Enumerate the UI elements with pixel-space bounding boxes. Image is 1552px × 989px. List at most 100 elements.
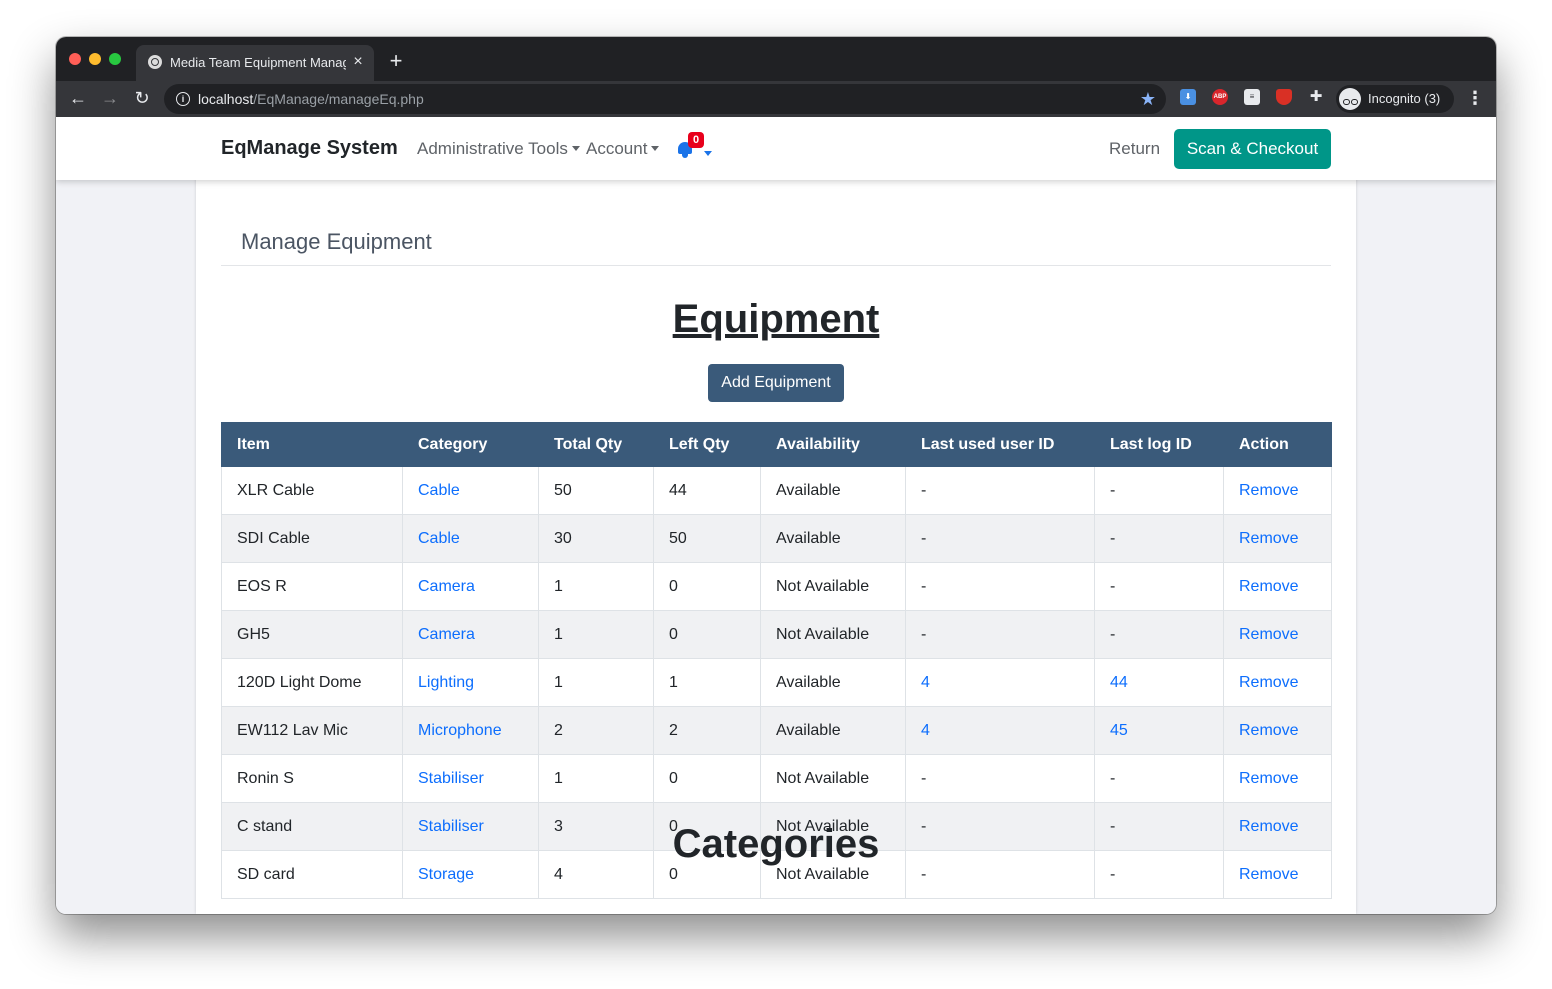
last-user-id-cell: - bbox=[905, 610, 1095, 659]
last-log-id-cell: - bbox=[1094, 610, 1224, 659]
close-tab-icon[interactable]: × bbox=[350, 53, 366, 71]
left-qty-cell: 0 bbox=[653, 754, 761, 803]
total-qty-cell: 2 bbox=[538, 706, 654, 755]
info-icon[interactable]: i bbox=[176, 92, 190, 106]
document-icon[interactable]: ≡ bbox=[1244, 89, 1260, 105]
browser-toolbar: ← → ↻ i localhost/EqManage/manageEq.php … bbox=[56, 81, 1496, 117]
item-cell: Ronin S bbox=[221, 754, 403, 803]
remove-link[interactable]: Remove bbox=[1223, 562, 1332, 611]
new-tab-button[interactable]: + bbox=[386, 49, 406, 73]
puzzle-icon[interactable]: ✚ bbox=[1308, 89, 1324, 105]
last-log-id-cell: - bbox=[1094, 514, 1224, 563]
availability-cell: Available bbox=[760, 466, 906, 515]
remove-link[interactable]: Remove bbox=[1223, 466, 1332, 515]
category-link[interactable]: Camera bbox=[402, 562, 539, 611]
reload-icon[interactable]: ↻ bbox=[130, 86, 154, 110]
table-row: SDI Cable Cable 30 50 Available - - Remo… bbox=[221, 514, 1332, 563]
add-equipment-button[interactable]: Add Equipment bbox=[708, 364, 844, 402]
back-arrow-icon[interactable]: ← bbox=[66, 86, 90, 110]
category-link[interactable]: Cable bbox=[402, 514, 539, 563]
categories-section-title: Categories bbox=[672, 822, 880, 866]
availability-cell: Available bbox=[760, 706, 906, 755]
header-availability: Availability bbox=[760, 422, 906, 467]
app-navbar: EqManage System Administrative Tools Acc… bbox=[56, 117, 1496, 180]
tab-title: Media Team Equipment Manag bbox=[170, 55, 346, 70]
last-user-id-link[interactable]: 4 bbox=[905, 706, 1095, 755]
chevron-down-icon bbox=[571, 146, 580, 151]
globe-icon bbox=[148, 55, 162, 69]
admin-tools-dropdown[interactable]: Administrative Tools bbox=[417, 139, 580, 159]
availability-cell: Available bbox=[760, 514, 906, 563]
remove-link[interactable]: Remove bbox=[1223, 754, 1332, 803]
remove-link[interactable]: Remove bbox=[1223, 706, 1332, 755]
chevron-down-icon[interactable] bbox=[704, 151, 712, 156]
item-cell: XLR Cable bbox=[221, 466, 403, 515]
more-menu-icon[interactable]: ⋮ bbox=[1466, 86, 1484, 110]
address-bar[interactable]: i localhost/EqManage/manageEq.php ★ bbox=[164, 84, 1166, 114]
header-left-qty: Left Qty bbox=[653, 422, 761, 467]
page-title: Manage Equipment bbox=[241, 229, 432, 254]
last-log-id-link[interactable]: 45 bbox=[1094, 706, 1224, 755]
total-qty-cell: 1 bbox=[538, 610, 654, 659]
category-link[interactable]: Camera bbox=[402, 610, 539, 659]
last-user-id-cell: - bbox=[905, 514, 1095, 563]
last-user-id-cell: - bbox=[905, 754, 1095, 803]
category-link[interactable]: Stabiliser bbox=[402, 754, 539, 803]
left-qty-cell: 44 bbox=[653, 466, 761, 515]
scan-checkout-button[interactable]: Scan & Checkout bbox=[1174, 129, 1331, 169]
browser-tab[interactable]: Media Team Equipment Manag × bbox=[136, 45, 374, 81]
item-cell: EW112 Lav Mic bbox=[221, 706, 403, 755]
category-link[interactable]: Microphone bbox=[402, 706, 539, 755]
table-row: XLR Cable Cable 50 44 Available - - Remo… bbox=[221, 466, 1332, 515]
table-row: GH5 Camera 1 0 Not Available - - Remove bbox=[221, 610, 1332, 659]
header-total-qty: Total Qty bbox=[538, 422, 654, 467]
item-cell: EOS R bbox=[221, 562, 403, 611]
total-qty-cell: 30 bbox=[538, 514, 654, 563]
availability-cell: Not Available bbox=[760, 562, 906, 611]
incognito-chip[interactable]: Incognito (3) bbox=[1336, 85, 1454, 113]
adblock-icon[interactable]: ABP bbox=[1212, 89, 1228, 105]
last-user-id-cell: - bbox=[905, 562, 1095, 611]
availability-cell: Not Available bbox=[760, 754, 906, 803]
brand-logo[interactable]: EqManage System bbox=[221, 137, 398, 160]
table-header-row: Item Category Total Qty Left Qty Availab… bbox=[221, 422, 1332, 467]
main-container: Manage Equipment Equipment Add Equipment… bbox=[196, 117, 1356, 914]
table-row: EOS R Camera 1 0 Not Available - - Remov… bbox=[221, 562, 1332, 611]
total-qty-cell: 1 bbox=[538, 658, 654, 707]
minimize-window-button[interactable] bbox=[89, 53, 101, 65]
last-log-id-cell: - bbox=[1094, 466, 1224, 515]
left-qty-cell: 2 bbox=[653, 706, 761, 755]
left-qty-cell: 0 bbox=[653, 610, 761, 659]
remove-link[interactable]: Remove bbox=[1223, 514, 1332, 563]
equipment-section-title: Equipment bbox=[672, 297, 880, 341]
total-qty-cell: 1 bbox=[538, 754, 654, 803]
url-text[interactable]: localhost/EqManage/manageEq.php bbox=[198, 91, 424, 107]
close-window-button[interactable] bbox=[69, 53, 81, 65]
incognito-icon bbox=[1339, 88, 1361, 110]
total-qty-cell: 50 bbox=[538, 466, 654, 515]
download-icon[interactable]: ⬇ bbox=[1180, 89, 1196, 105]
account-dropdown[interactable]: Account bbox=[586, 139, 660, 159]
table-row: Ronin S Stabiliser 1 0 Not Available - -… bbox=[221, 754, 1332, 803]
return-link[interactable]: Return bbox=[1109, 139, 1160, 159]
header-category: Category bbox=[402, 422, 539, 467]
table-row: 120D Light Dome Lighting 1 1 Available 4… bbox=[221, 658, 1332, 707]
maximize-window-button[interactable] bbox=[109, 53, 121, 65]
header-last-user-id: Last used user ID bbox=[905, 422, 1095, 467]
last-log-id-link[interactable]: 44 bbox=[1094, 658, 1224, 707]
header-last-log-id: Last log ID bbox=[1094, 422, 1224, 467]
forward-arrow-icon[interactable]: → bbox=[98, 86, 122, 110]
chevron-down-icon bbox=[651, 146, 660, 151]
remove-link[interactable]: Remove bbox=[1223, 658, 1332, 707]
item-cell: 120D Light Dome bbox=[221, 658, 403, 707]
notification-badge: 0 bbox=[688, 132, 704, 148]
category-link[interactable]: Lighting bbox=[402, 658, 539, 707]
category-link[interactable]: Cable bbox=[402, 466, 539, 515]
bookmark-star-icon[interactable]: ★ bbox=[1138, 88, 1158, 110]
availability-cell: Available bbox=[760, 658, 906, 707]
last-log-id-cell: - bbox=[1094, 562, 1224, 611]
last-user-id-link[interactable]: 4 bbox=[905, 658, 1095, 707]
remove-link[interactable]: Remove bbox=[1223, 610, 1332, 659]
left-qty-cell: 1 bbox=[653, 658, 761, 707]
shield-icon[interactable] bbox=[1276, 89, 1292, 105]
